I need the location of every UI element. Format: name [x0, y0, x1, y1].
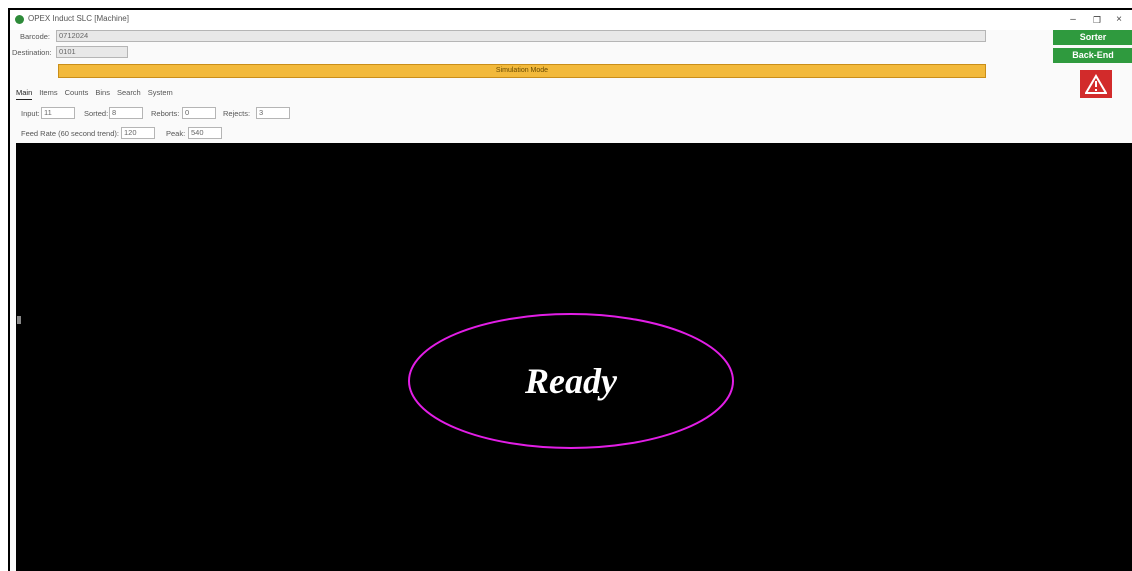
rejects-field[interactable]: 3 — [256, 107, 290, 119]
minimize-button[interactable]: – — [1065, 13, 1081, 27]
tab-main[interactable]: Main — [16, 88, 33, 100]
ready-status-text: Ready — [525, 361, 617, 401]
input-label: Input: — [21, 109, 40, 118]
tab-search[interactable]: Search — [117, 88, 141, 100]
sorted-label: Sorted: — [84, 109, 109, 118]
tab-counts[interactable]: Counts — [65, 88, 89, 100]
back-end-button[interactable]: Back-End — [1053, 48, 1132, 63]
destination-field[interactable]: 0101 — [56, 46, 128, 58]
close-button[interactable]: × — [1111, 13, 1127, 27]
feed-rate-field[interactable]: 120 — [121, 127, 155, 139]
peak-field[interactable]: 540 — [188, 127, 222, 139]
status-display-panel: Ready — [16, 143, 1132, 571]
rejects-label: Rejects: — [223, 109, 251, 118]
sorter-button[interactable]: Sorter — [1053, 30, 1132, 45]
feed-rate-label: Feed Rate (60 second trend): — [21, 129, 119, 138]
peak-label: Peak: — [166, 129, 186, 138]
tab-bins[interactable]: Bins — [95, 88, 110, 100]
reborts-field[interactable]: 0 — [182, 107, 216, 119]
window-title: OPEX Induct SLC [Machine] — [28, 14, 129, 23]
app-icon — [15, 15, 24, 24]
reborts-label: Reborts: — [151, 109, 180, 118]
barcode-label: Barcode: — [20, 32, 51, 41]
tab-strip: Main Items Counts Bins Search System — [16, 88, 173, 100]
warning-triangle-icon — [1085, 74, 1107, 94]
sorted-field[interactable]: 8 — [109, 107, 143, 119]
mode-banner: Simulation Mode — [58, 64, 986, 78]
tab-system[interactable]: System — [148, 88, 173, 100]
barcode-field[interactable]: 0712024 — [56, 30, 986, 42]
tab-items[interactable]: Items — [39, 88, 57, 100]
ready-highlight: Ready — [406, 311, 736, 451]
app-window: OPEX Induct SLC [Machine] – ❐ × Barcode:… — [8, 8, 1132, 571]
input-field[interactable]: 11 — [41, 107, 75, 119]
maximize-button[interactable]: ❐ — [1089, 13, 1105, 27]
destination-label: Destination: — [12, 48, 52, 57]
title-bar: OPEX Induct SLC [Machine] – ❐ × — [10, 10, 1132, 30]
warning-button[interactable] — [1080, 70, 1112, 98]
resize-grip[interactable] — [17, 316, 21, 324]
